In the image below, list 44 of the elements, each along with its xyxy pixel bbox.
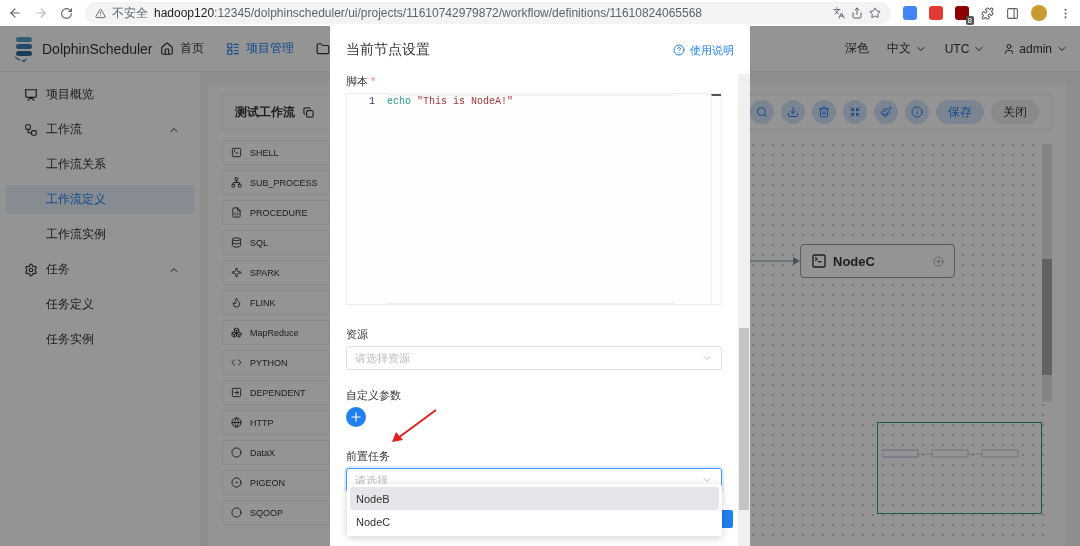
sidebar-item[interactable]: 项目概览 <box>6 80 194 109</box>
task-type-item[interactable]: SUB_PROCESS <box>222 170 330 195</box>
task-type-item[interactable]: DEPENDENT <box>222 380 330 405</box>
close-button[interactable]: 关闭 <box>991 100 1039 124</box>
help-link[interactable]: 使用说明 <box>673 42 734 58</box>
task-node[interactable]: NodeC <box>800 244 955 278</box>
sidebar-item[interactable]: 任务 <box>6 255 194 284</box>
task-type-item[interactable]: HTTP <box>222 410 330 435</box>
task-type-item[interactable]: MapReduce <box>222 320 330 345</box>
logo-text: DolphinScheduler <box>42 40 153 57</box>
task-type-item[interactable]: DataX <box>222 440 330 465</box>
line-number: 1 <box>368 96 375 107</box>
sidebar-item[interactable]: 任务实例 <box>6 325 194 354</box>
nav-item[interactable]: 首页 <box>160 40 204 57</box>
sidebar-item[interactable]: 工作流实例 <box>6 220 194 249</box>
code-line: echo "This is NodeA!" <box>387 95 675 304</box>
field-label: 自定义参数 <box>346 388 402 403</box>
task-type-item[interactable]: SQOOP <box>222 500 330 525</box>
timezone-select[interactable]: UTC <box>944 41 986 56</box>
task-type-item[interactable]: PYTHON <box>222 350 330 375</box>
field-label: 脚本 * <box>346 74 377 89</box>
task-type-item[interactable]: SPARK <box>222 260 330 285</box>
extension-badge: 8 <box>965 16 974 25</box>
workflow-title: 测试工作流 <box>235 103 295 121</box>
task-type-item[interactable]: PIGEON <box>222 470 330 495</box>
dropdown-option[interactable]: NodeB <box>350 487 719 510</box>
sidebar-item[interactable]: 工作流关系 <box>6 150 194 179</box>
field-label: 资源 <box>346 327 369 342</box>
theme-toggle[interactable]: 深色 <box>844 40 869 57</box>
address-bar[interactable]: 不安全 hadoop120:12345/dolphinscheduler/ui/projects/11610742979872/workflow/definitions/11610824065568 <box>85 2 891 24</box>
nav-item[interactable]: 项目管理 <box>226 40 294 57</box>
code-editor[interactable]: 1 echo "This is NodeA!" <box>346 93 722 305</box>
sidebar-item[interactable]: 任务定义 <box>6 290 194 319</box>
task-type-item[interactable]: SQL <box>222 230 330 255</box>
task-type-item[interactable]: FLINK <box>222 290 330 315</box>
url-text: hadoop120:12345/dolphinscheduler/ui/projects/11610742979872/workflow/definitions/11610824065568 <box>154 6 702 20</box>
task-type-item[interactable]: PROCEDURE <box>222 200 330 225</box>
drawer-title: 当前节点设置 <box>346 41 430 59</box>
sidebar-item[interactable]: 工作流 <box>6 115 194 144</box>
user-menu[interactable]: admin <box>1003 41 1068 56</box>
field-label: 前置任务 <box>346 449 391 464</box>
security-label: 不安全 <box>112 4 148 22</box>
language-select[interactable]: 中文 <box>886 40 927 57</box>
task-type-item[interactable]: SHELL <box>222 140 330 165</box>
